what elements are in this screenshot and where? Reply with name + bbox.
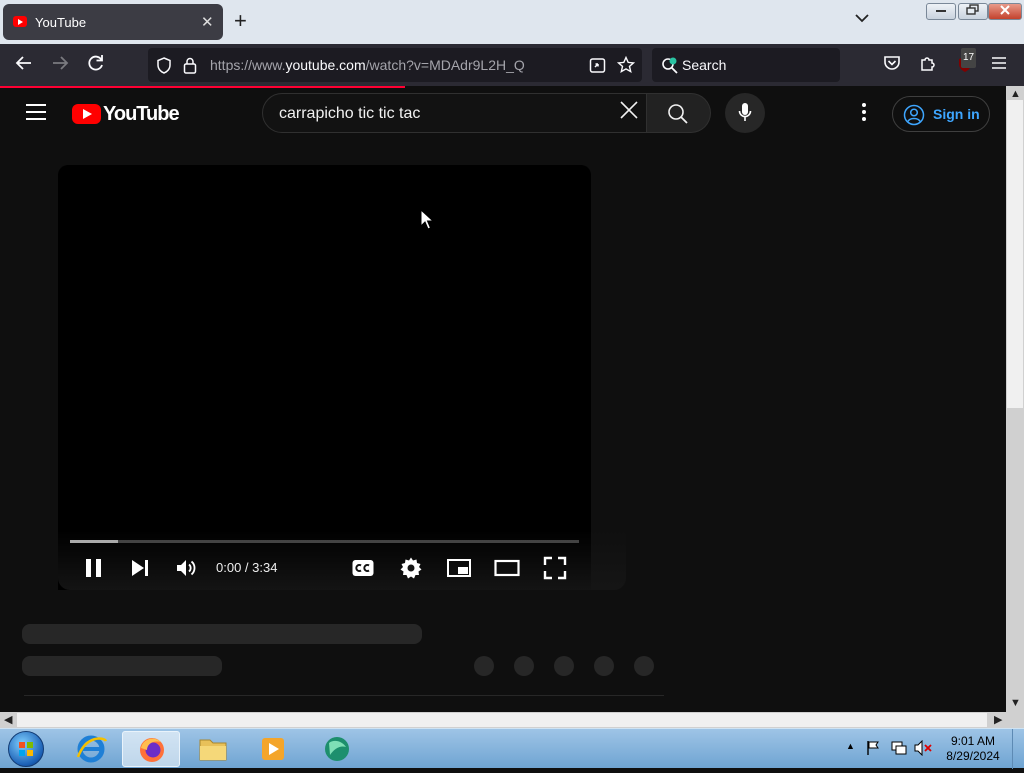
tab-close-icon[interactable]: ✕ xyxy=(201,13,214,31)
youtube-logo-text: YouTube xyxy=(103,103,180,125)
firefox-taskbar-icon[interactable] xyxy=(122,731,180,767)
url-text: https://www.youtube.com/watch?v=MDAdr9L2… xyxy=(210,57,525,73)
theater-mode-icon[interactable] xyxy=(494,556,520,580)
file-explorer-icon[interactable] xyxy=(184,731,242,767)
youtube-search-input[interactable]: carrapicho tic tic tac xyxy=(262,93,647,133)
tab-strip: YouTube ✕ + xyxy=(0,0,1024,44)
pause-button[interactable] xyxy=(84,556,104,580)
network-icon[interactable] xyxy=(890,740,908,761)
action-skeleton-dot xyxy=(634,656,654,676)
clock-date: 8/29/2024 xyxy=(946,749,1000,763)
guide-menu-icon[interactable] xyxy=(26,104,46,120)
new-tab-icon[interactable]: + xyxy=(234,9,247,33)
microphone-icon xyxy=(738,102,752,129)
bookmark-star-icon[interactable] xyxy=(616,55,636,79)
time-total: 3:34 xyxy=(252,560,278,575)
screenshot-icon[interactable] xyxy=(589,57,606,79)
reload-icon[interactable] xyxy=(87,54,105,76)
vertical-scrollbar-thumb[interactable] xyxy=(1007,100,1023,408)
restore-button[interactable] xyxy=(958,3,988,20)
search-placeholder: Search xyxy=(682,57,727,73)
window-close-button[interactable] xyxy=(988,3,1022,20)
action-center-flag-icon[interactable] xyxy=(866,740,880,761)
title-skeleton xyxy=(22,624,422,644)
action-skeleton-dot xyxy=(514,656,534,676)
youtube-header: YouTube carrapicho tic tic tac Sign in xyxy=(0,88,1006,140)
time-current: 0:00 xyxy=(216,560,242,575)
sign-in-button[interactable]: Sign in xyxy=(892,96,990,132)
scroll-down-arrow-icon[interactable]: ▼ xyxy=(1010,697,1021,709)
minimize-button[interactable] xyxy=(926,3,956,20)
clear-search-icon[interactable] xyxy=(619,100,639,126)
show-hidden-icons-icon[interactable]: ▲ xyxy=(846,741,855,751)
voice-search-button[interactable] xyxy=(725,93,765,133)
fullscreen-icon[interactable] xyxy=(543,556,567,580)
scroll-right-arrow-icon[interactable]: ▶ xyxy=(994,713,1002,726)
scroll-up-arrow-icon[interactable]: ▲ xyxy=(1010,88,1021,100)
channel-skeleton xyxy=(22,656,222,676)
start-button[interactable] xyxy=(8,731,44,767)
app-globe-icon[interactable] xyxy=(308,731,366,767)
next-video-button[interactable] xyxy=(130,556,150,580)
volume-muted-icon[interactable] xyxy=(914,739,932,761)
menu-icon[interactable] xyxy=(991,54,1007,74)
sign-in-label: Sign in xyxy=(933,106,980,122)
settings-gear-icon[interactable] xyxy=(399,556,423,580)
lock-icon[interactable] xyxy=(183,57,197,79)
horizontal-scrollbar-thumb[interactable] xyxy=(17,713,987,727)
miniplayer-icon[interactable] xyxy=(446,556,472,580)
youtube-favicon-icon xyxy=(13,16,27,27)
search-icon xyxy=(667,103,689,130)
ublock-extension-icon[interactable]: 17 xyxy=(955,48,977,78)
extension-badge: 17 xyxy=(961,48,977,68)
back-arrow-icon[interactable] xyxy=(15,54,33,76)
address-bar[interactable]: https://www.youtube.com/watch?v=MDAdr9L2… xyxy=(148,48,642,82)
action-skeleton-dot xyxy=(554,656,574,676)
shield-icon[interactable] xyxy=(156,57,172,79)
extensions-icon[interactable] xyxy=(919,54,937,76)
navigation-toolbar: https://www.youtube.com/watch?v=MDAdr9L2… xyxy=(0,44,1024,86)
mouse-cursor-icon xyxy=(420,208,435,236)
youtube-search-button[interactable] xyxy=(647,93,711,133)
tab-youtube[interactable]: YouTube ✕ xyxy=(3,4,223,40)
video-player[interactable] xyxy=(58,165,591,590)
video-progress-bar[interactable] xyxy=(70,540,579,543)
account-icon xyxy=(903,104,925,129)
pocket-icon[interactable] xyxy=(883,54,901,76)
time-separator: / xyxy=(241,560,253,575)
scroll-left-arrow-icon[interactable]: ◀ xyxy=(4,713,12,726)
progress-buffered xyxy=(70,540,118,543)
browser-search-box[interactable]: Search xyxy=(652,48,840,82)
volume-icon[interactable] xyxy=(176,556,198,580)
search-query-text: carrapicho tic tic tac xyxy=(279,105,421,122)
youtube-play-logo-icon xyxy=(72,104,101,124)
tab-title: YouTube xyxy=(35,15,87,30)
action-skeleton-dot xyxy=(474,656,494,676)
show-desktop-button[interactable] xyxy=(1012,729,1024,769)
windows-taskbar: ▲ 9:01 AM 8/29/2024 xyxy=(0,728,1024,769)
chevron-down-icon[interactable] xyxy=(855,10,869,26)
time-display: 0:00 / 3:34 xyxy=(216,560,277,575)
clock-time: 9:01 AM xyxy=(950,734,996,748)
internet-explorer-icon[interactable] xyxy=(62,731,120,767)
content-divider xyxy=(24,695,664,696)
action-skeleton-dot xyxy=(594,656,614,676)
more-options-icon[interactable] xyxy=(862,103,866,123)
media-player-icon[interactable] xyxy=(244,731,302,767)
search-engine-icon xyxy=(661,57,679,80)
system-clock[interactable]: 9:01 AM 8/29/2024 xyxy=(940,734,1006,764)
subtitles-cc-icon[interactable] xyxy=(351,556,375,580)
forward-arrow-icon[interactable] xyxy=(51,54,69,76)
